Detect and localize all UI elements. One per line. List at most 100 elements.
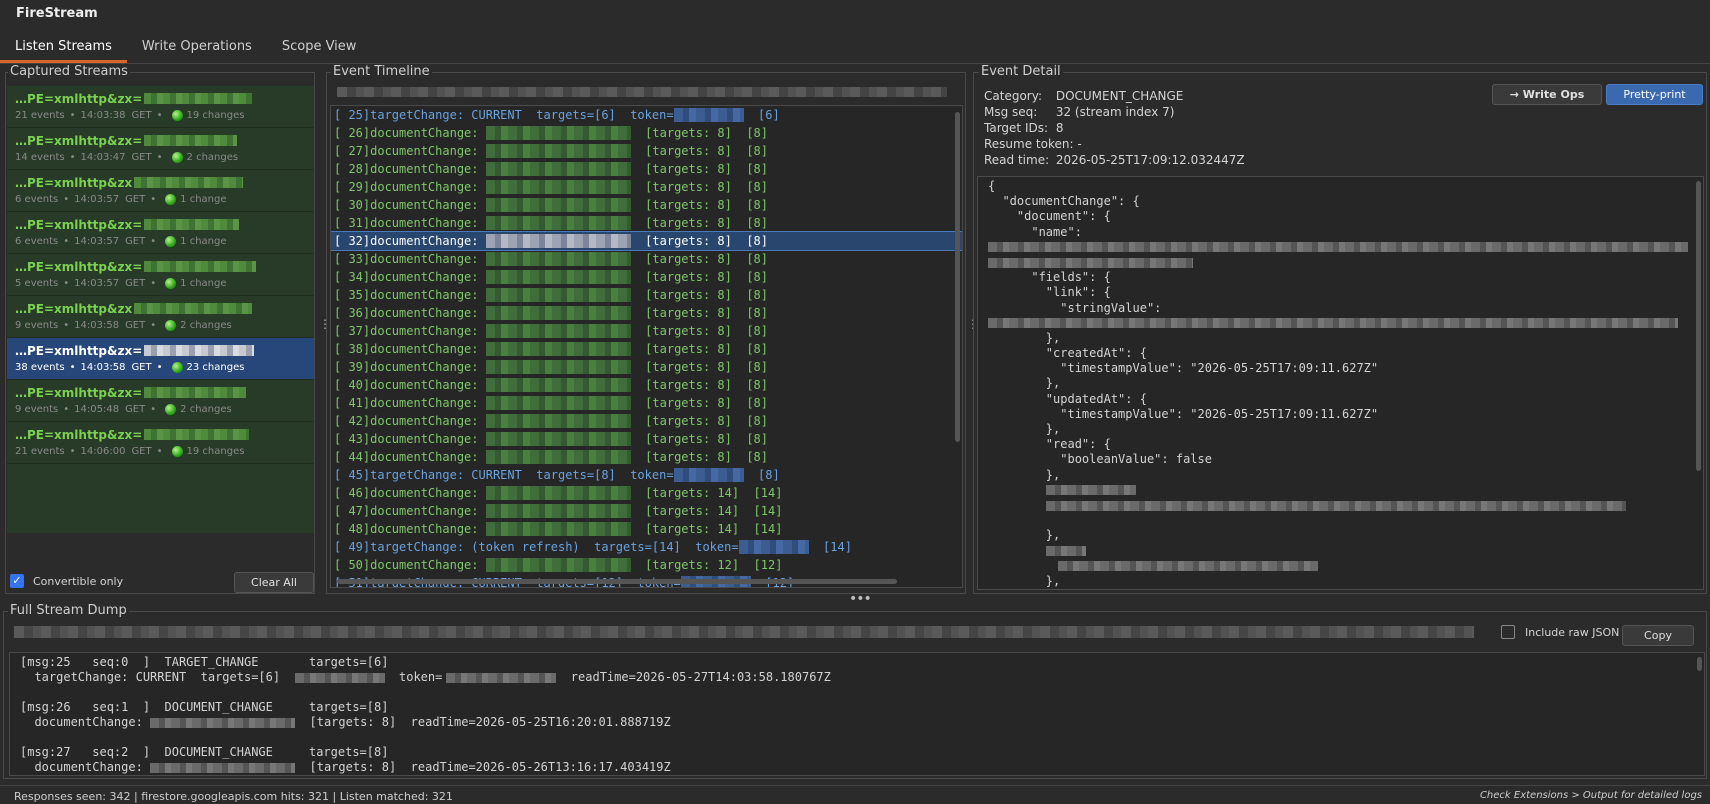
timeline-document-change-row[interactable]: [ 28] documentChange: [targets: 8] [8] xyxy=(331,160,962,178)
event-summary: documentChange: xyxy=(370,288,486,302)
redacted-value xyxy=(485,558,631,572)
dump-vertical-scrollbar[interactable] xyxy=(1697,657,1702,671)
timeline-document-change-row[interactable]: [ 39] documentChange: [targets: 8] [8] xyxy=(331,358,962,376)
stream-event-count: 9 events xyxy=(15,404,59,415)
stream-item[interactable]: …PE=xmlhttp&zx= 9 events • 14:05:48 GET • 2 ch… xyxy=(7,380,314,422)
status-dot-icon xyxy=(171,446,183,457)
timeline-document-change-row[interactable]: [ 38] documentChange: [targets: 8] [8] xyxy=(331,340,962,358)
redacted-value xyxy=(988,318,1678,329)
json-line: "updatedAt": { xyxy=(988,391,1147,406)
timeline-document-change-row[interactable]: [ 50] documentChange: [targets: 12] [12] xyxy=(331,556,962,574)
event-targets: [targets: 8] [8] xyxy=(630,234,768,248)
timeline-document-change-row[interactable]: [ 34] documentChange: [targets: 8] [8] xyxy=(331,268,962,286)
write-ops-button[interactable]: → Write Ops xyxy=(1492,84,1602,105)
stream-item[interactable]: …PE=xmlhttp&zx 6 events • 14:03:57 GET • 1 cha… xyxy=(7,170,314,212)
timeline-document-change-row[interactable]: [ 29] documentChange: [targets: 8] [8] xyxy=(331,178,962,196)
event-index: [ 38] xyxy=(334,342,371,356)
redacted-value xyxy=(673,468,744,482)
json-line: { xyxy=(988,179,996,193)
convertible-only-checkbox[interactable]: ✓ xyxy=(10,574,24,588)
event-targets: [targets: 8] [8] xyxy=(630,432,768,446)
horizontal-splitter-icon[interactable]: ••• xyxy=(849,592,872,606)
redacted-value xyxy=(485,126,631,140)
include-raw-json-checkbox[interactable] xyxy=(1501,625,1515,639)
timeline-filter-bar[interactable] xyxy=(337,87,947,97)
timeline-document-change-row[interactable]: [ 37] documentChange: [targets: 8] [8] xyxy=(331,322,962,340)
full-stream-dump-panel: Full Stream Dump Include raw JSON Copy [… xyxy=(3,603,1707,779)
stream-item[interactable]: …PE=xmlhttp&zx= 21 events • 14:03:38 GET • 19 … xyxy=(7,86,314,128)
stream-item[interactable]: …PE=xmlhttp&zx= 38 events • 14:03:58 GET • 23 … xyxy=(7,338,314,380)
event-index: [ 31] xyxy=(334,216,371,230)
stream-method: GET xyxy=(131,446,152,457)
stream-item[interactable]: …PE=xmlhttp&zx 9 events • 14:03:58 GET • 2 cha… xyxy=(7,296,314,338)
timeline-document-change-row[interactable]: [ 41] documentChange: [targets: 8] [8] xyxy=(331,394,962,412)
event-targets: [targets: 8] [8] xyxy=(630,342,768,356)
streams-list: …PE=xmlhttp&zx= 21 events • 14:03:38 GET • 19 … xyxy=(7,86,314,533)
stream-event-count: 21 events xyxy=(15,110,65,121)
timeline-document-change-row[interactable]: [ 43] documentChange: [targets: 8] [8] xyxy=(331,430,962,448)
event-summary: documentChange: xyxy=(370,306,486,320)
include-raw-json-toggle[interactable]: Include raw JSON xyxy=(1501,625,1619,639)
timeline-document-change-row[interactable]: [ 26] documentChange: [targets: 8] [8] xyxy=(331,124,962,142)
redacted-value xyxy=(485,234,631,248)
tab-scope-view[interactable]: Scope View xyxy=(267,33,372,63)
timeline-document-change-row[interactable]: [ 36] documentChange: [targets: 8] [8] xyxy=(331,304,962,322)
clear-all-button[interactable]: Clear All xyxy=(234,572,314,593)
timeline-document-change-row[interactable]: [ 30] documentChange: [targets: 8] [8] xyxy=(331,196,962,214)
json-line xyxy=(988,544,1703,559)
event-targets: [targets: 8] [8] xyxy=(630,378,768,392)
event-index: [ 34] xyxy=(334,270,371,284)
stream-url-redacted xyxy=(134,303,253,314)
stream-event-count: 6 events xyxy=(15,194,59,205)
resume-token-label: Resume token: xyxy=(984,137,1074,151)
event-index: [ 29] xyxy=(334,180,371,194)
dump-url-bar xyxy=(14,626,1474,638)
timeline-document-change-row[interactable]: [ 44] documentChange: [targets: 8] [8] xyxy=(331,448,962,466)
timeline-document-change-row[interactable]: [ 31] documentChange: [targets: 8] [8] xyxy=(331,214,962,232)
redacted-value xyxy=(485,522,631,536)
timeline-target-change-row[interactable]: [ 25] targetChange: CURRENT targets=[6] … xyxy=(331,106,962,124)
stream-method: GET xyxy=(125,404,146,415)
event-targets: [6] xyxy=(743,108,780,122)
timeline-document-change-row[interactable]: [ 40] documentChange: [targets: 8] [8] xyxy=(331,376,962,394)
timeline-target-change-row[interactable]: [ 49] targetChange: (token refresh) targ… xyxy=(331,538,962,556)
stream-time: 14:05:48 xyxy=(74,404,120,415)
stream-time: 14:03:47 xyxy=(80,152,126,163)
json-viewer[interactable]: { "documentChange": { "document": { "nam… xyxy=(977,176,1704,590)
event-targets: [targets: 8] [8] xyxy=(630,180,768,194)
json-line: "stringValue": xyxy=(988,300,1162,315)
tab-write-operations[interactable]: Write Operations xyxy=(127,33,267,63)
timeline-document-change-row[interactable]: [ 27] documentChange: [targets: 8] [8] xyxy=(331,142,962,160)
convertible-only-toggle[interactable]: ✓ Convertible only xyxy=(10,574,123,588)
status-dot-icon xyxy=(165,236,177,247)
redacted-value xyxy=(988,242,1688,253)
dump-text-area[interactable]: [msg:25 seq:0 ] TARGET_CHANGE targets=[6… xyxy=(9,652,1705,776)
timeline-document-change-row[interactable]: [ 42] documentChange: [targets: 8] [8] xyxy=(331,412,962,430)
stream-item[interactable]: …PE=xmlhttp&zx= 5 events • 14:03:57 GET • 1 ch… xyxy=(7,254,314,296)
timeline-document-change-row[interactable]: [ 48] documentChange: [targets: 14] [14] xyxy=(331,520,962,538)
stream-change-count: 19 changes xyxy=(186,110,245,121)
stream-change-count: 2 changes xyxy=(186,152,239,163)
stream-name: …PE=xmlhttp&zx= xyxy=(15,343,143,358)
pretty-print-button[interactable]: Pretty-print xyxy=(1606,84,1703,105)
event-targets: [targets: 14] [14] xyxy=(630,522,783,536)
json-vertical-scrollbar[interactable] xyxy=(1696,181,1701,471)
stream-item[interactable]: …PE=xmlhttp&zx= 14 events • 14:03:47 GET • 2 c… xyxy=(7,128,314,170)
tab-listen-streams[interactable]: Listen Streams xyxy=(0,33,127,63)
timeline-target-change-row[interactable]: [ 45] targetChange: CURRENT targets=[8] … xyxy=(331,466,962,484)
status-dot-icon xyxy=(171,152,183,163)
timeline-document-change-row[interactable]: [ 35] documentChange: [targets: 8] [8] xyxy=(331,286,962,304)
timeline-vertical-scrollbar[interactable] xyxy=(955,112,960,442)
timeline-list[interactable]: [ 25] targetChange: CURRENT targets=[6] … xyxy=(330,105,963,588)
timeline-document-change-row[interactable]: [ 32] documentChange: [targets: 8] [8] xyxy=(331,231,962,251)
timeline-document-change-row[interactable]: [ 47] documentChange: [targets: 14] [14] xyxy=(331,502,962,520)
timeline-document-change-row[interactable]: [ 46] documentChange: [targets: 14] [14] xyxy=(331,484,962,502)
captured-streams-panel: Captured Streams …PE=xmlhttp&zx= 21 event… xyxy=(5,64,315,594)
stream-item[interactable]: …PE=xmlhttp&zx= 6 events • 14:03:57 GET • 1 ch… xyxy=(7,212,314,254)
timeline-document-change-row[interactable]: [ 33] documentChange: [targets: 8] [8] xyxy=(331,250,962,268)
copy-button[interactable]: Copy xyxy=(1622,625,1694,646)
timeline-horizontal-scrollbar[interactable] xyxy=(337,579,897,584)
stream-item[interactable]: …PE=xmlhttp&zx= 21 events • 14:06:00 GET • 19 … xyxy=(7,422,314,464)
status-hint: Check Extensions > Output for detailed l… xyxy=(1479,790,1702,801)
redacted-value xyxy=(485,180,631,194)
